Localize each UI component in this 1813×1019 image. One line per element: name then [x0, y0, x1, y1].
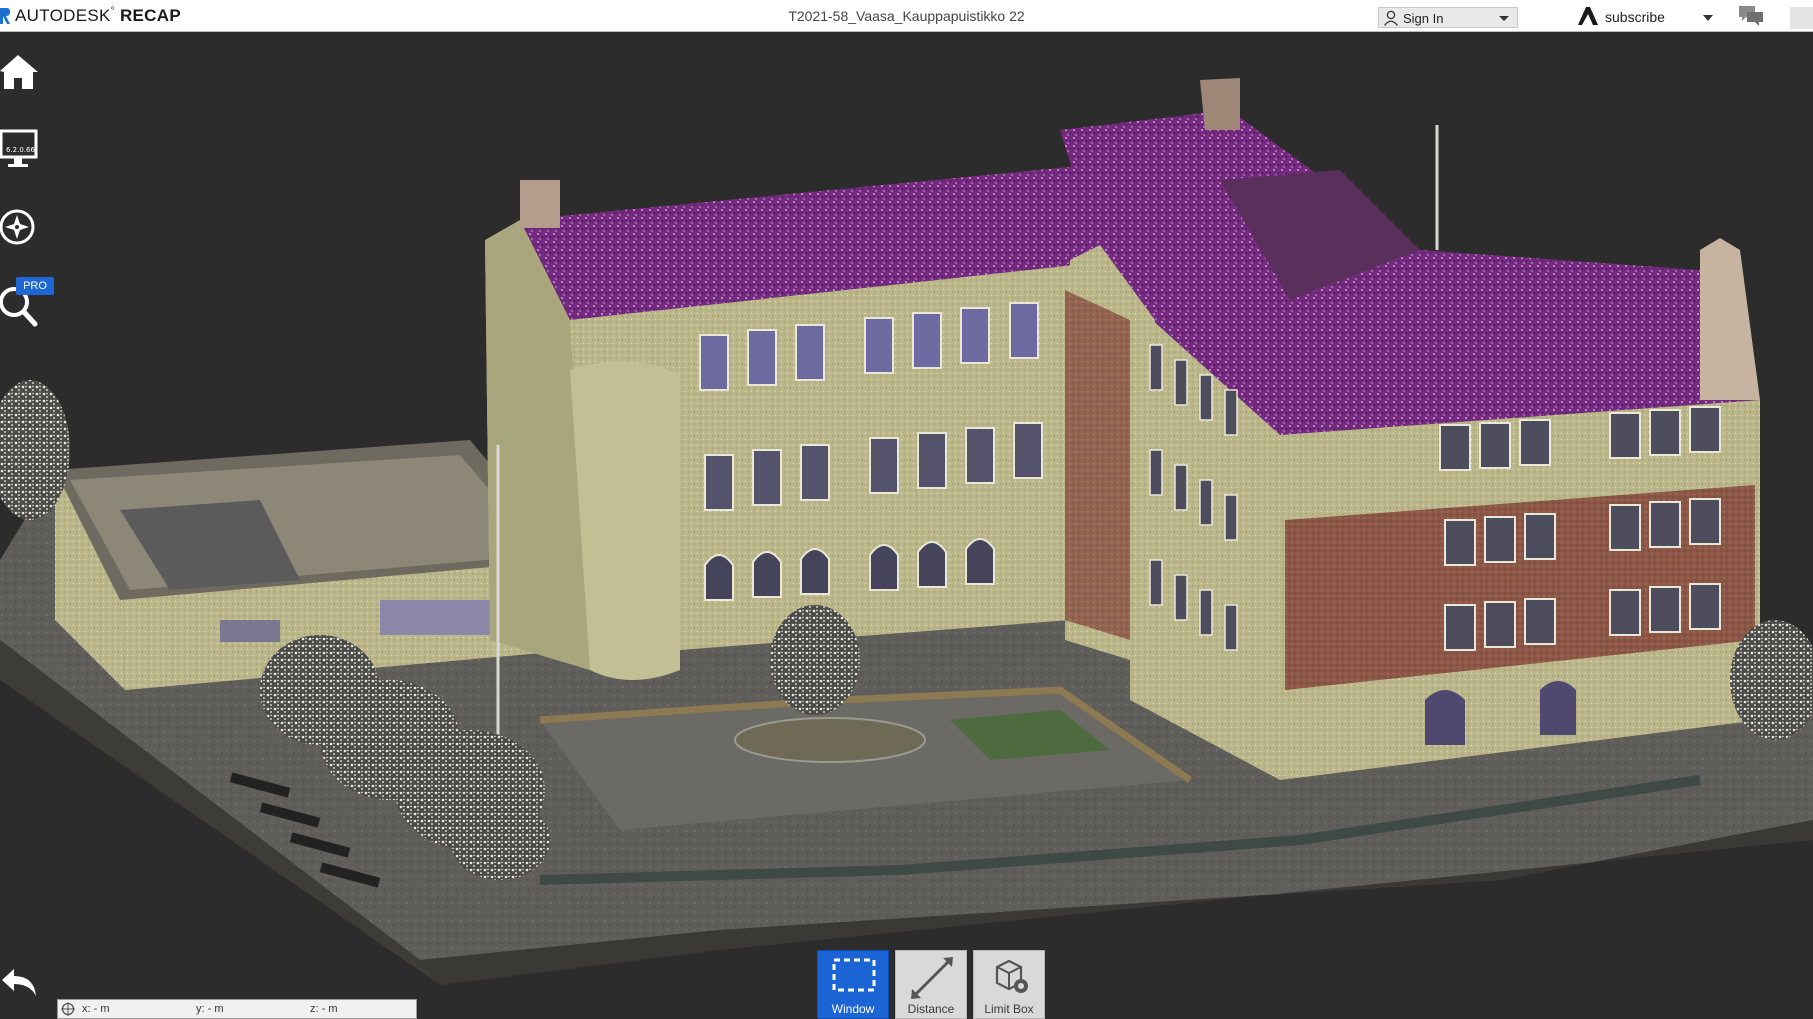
title-bar: AUTODESK° RECAP T2021-58_Vaasa_Kauppapui… — [0, 0, 1813, 32]
pro-badge: PRO — [16, 277, 54, 295]
coord-z: z: - m — [310, 1003, 338, 1015]
undo-arrow-icon — [2, 969, 36, 996]
subscribe-dropdown[interactable]: subscribe — [1576, 5, 1713, 29]
chevron-down-icon — [1499, 16, 1509, 21]
window-controls-area — [1790, 7, 1813, 29]
selection-window-icon — [832, 958, 876, 992]
window-tool-label: Window — [831, 1002, 875, 1016]
window-select-tool[interactable]: Window — [817, 950, 889, 1019]
navigation-button[interactable] — [0, 207, 40, 247]
right-wing-building — [1060, 78, 1760, 780]
chat-icon[interactable] — [1738, 5, 1764, 27]
distance-tool[interactable]: Distance — [895, 950, 967, 1019]
document-title: T2021-58_Vaasa_Kauppapuistikko 22 — [788, 8, 1025, 24]
user-icon — [1383, 10, 1399, 26]
point-cloud-scene[interactable] — [0, 32, 1813, 1019]
sign-in-label: Sign In — [1403, 11, 1444, 26]
limit-box-tool-label: Limit Box — [984, 1002, 1034, 1016]
sign-in-dropdown[interactable]: Sign In — [1378, 7, 1518, 28]
measure-distance-icon — [911, 957, 953, 999]
home-button[interactable] — [0, 52, 40, 92]
back-button[interactable] — [0, 966, 40, 1000]
compass-icon — [0, 209, 35, 245]
point-cloud-viewport[interactable] — [0, 32, 1813, 1019]
autodesk-a-icon — [1578, 7, 1598, 25]
display-version: 6.2.0.66 — [6, 146, 35, 154]
coordinate-readout: x: - m y: - m z: - m — [57, 999, 417, 1019]
coord-y: y: - m — [196, 1003, 224, 1015]
crosshair-icon — [61, 1002, 75, 1016]
chevron-down-icon — [1703, 15, 1713, 21]
limit-box-icon — [995, 959, 1028, 993]
limit-box-tool[interactable]: Limit Box — [973, 950, 1045, 1019]
home-icon — [0, 55, 38, 89]
display-settings-button[interactable]: 6.2.0.66 — [0, 128, 40, 172]
coord-x: x: - m — [82, 1003, 110, 1015]
subscribe-label: subscribe — [1605, 9, 1665, 25]
distance-tool-label: Distance — [907, 1002, 955, 1016]
